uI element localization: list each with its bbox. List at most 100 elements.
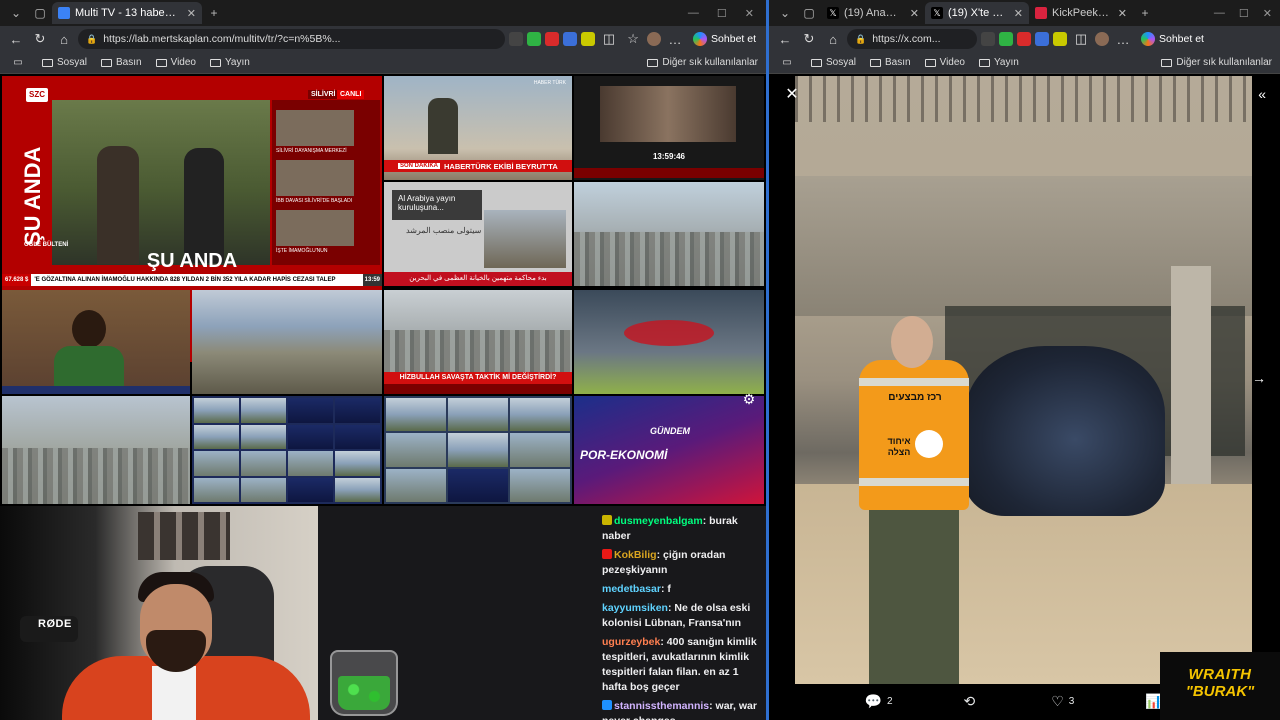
close-tab-icon[interactable]: ✕ (910, 7, 919, 20)
channel-son-dakika[interactable]: HİZBULLAH SAVAŞTA TAKTİK Mİ DEĞİŞTİRDİ? (384, 290, 572, 394)
bookmarks-menu-icon[interactable]: ▭ (8, 53, 28, 73)
close-window-icon[interactable]: ✕ (745, 7, 754, 20)
camera-tile (335, 451, 380, 476)
chat-username[interactable]: medetbasar (602, 583, 661, 595)
tab-x-post[interactable]: 𝕏 (19) X'te Eren: "Bu ✕ (925, 2, 1029, 24)
folder-icon (870, 58, 882, 67)
bookmark-folder-video[interactable]: Video (155, 57, 196, 68)
new-tab-icon[interactable]: + (202, 2, 226, 24)
bookmark-folder-basin[interactable]: Basın (101, 57, 142, 68)
refresh-icon[interactable]: ↻ (30, 29, 50, 49)
tab-multitv[interactable]: Multi TV - 13 haber kanalını aynı a ✕ (52, 2, 202, 24)
like-button[interactable]: ♡ 3 (1051, 693, 1074, 710)
chat-username[interactable]: dusmeyenbalgam (614, 515, 703, 527)
channel-haberturk[interactable]: HABER TÜRK SON DAKİKA HABERTÜRK EKİBİ BE… (384, 76, 572, 180)
live-badge: CANLI (337, 90, 365, 99)
channel-city-cam-2[interactable] (2, 396, 190, 504)
folder-icon (210, 58, 221, 67)
tab-kickpeek[interactable]: KickPeek - Kick.co ✕ (1029, 2, 1133, 24)
reflective-stripe (859, 478, 969, 486)
chat-username[interactable]: kayyumsiken (602, 602, 668, 614)
bookmark-folder-sosyal[interactable]: Sosyal (42, 57, 87, 68)
camera-tile (288, 424, 333, 449)
tab-x-home[interactable]: 𝕏 (19) Anasayfa / X ✕ (821, 2, 925, 24)
chat-username[interactable]: ugurzeybek (602, 636, 660, 648)
breaking-badge: SON DAKİKA (398, 163, 441, 169)
home-icon[interactable]: ⌂ (823, 29, 843, 49)
workspaces-icon[interactable]: ▢ (797, 2, 821, 24)
extension-yellow-icon[interactable] (581, 32, 596, 46)
reply-icon: 💬 (864, 692, 882, 709)
close-tab-icon[interactable]: ✕ (187, 7, 196, 20)
back-icon[interactable]: ← (6, 29, 26, 49)
extension-green-icon[interactable] (999, 32, 1013, 46)
extension-red-icon[interactable] (545, 32, 560, 46)
camera-tile (241, 398, 286, 423)
close-tab-icon[interactable]: ✕ (1118, 7, 1127, 20)
other-favorites[interactable]: Diğer sık kullanılanlar (1161, 57, 1272, 68)
bookmarks-menu-icon[interactable]: ▭ (777, 53, 797, 73)
channel-camera-grid-2[interactable] (384, 396, 572, 504)
damaged-car (965, 346, 1165, 516)
tab-actions-chevron-icon[interactable]: ⌄ (773, 2, 797, 24)
address-bar[interactable]: 🔒 https://lab.mertskaplan.com/multitv/tr… (78, 29, 506, 49)
back-icon[interactable]: ← (775, 29, 795, 49)
extension-blue-icon[interactable] (563, 32, 578, 46)
close-window-icon[interactable]: ✕ (1263, 7, 1272, 20)
channel-camera-grid-1[interactable] (192, 396, 382, 504)
close-media-icon[interactable]: ✕ (783, 86, 801, 104)
minimize-icon[interactable]: — (1214, 7, 1225, 20)
more-menu-icon[interactable]: … (665, 29, 685, 49)
bookmark-folder-video[interactable]: Video (924, 57, 965, 68)
bookmark-label: Basın (116, 57, 142, 68)
channel-studio[interactable] (574, 290, 764, 394)
channel-coast-cam[interactable] (192, 290, 382, 394)
channel-speaker[interactable] (2, 290, 190, 394)
collapse-sidebar-icon[interactable]: « (1258, 86, 1266, 102)
channel-gundem[interactable]: GÜNDEM POR-EKONOMİ (574, 396, 764, 504)
channel-alarabiya[interactable]: Al Arabiya yayın kuruluşuna... من سيتولى… (384, 182, 572, 286)
reply-button[interactable]: 💬 2 (865, 693, 893, 710)
extension-icon[interactable] (981, 32, 995, 46)
profile-avatar[interactable] (1095, 32, 1109, 46)
workspaces-icon[interactable]: ▢ (28, 2, 52, 24)
split-screen-icon[interactable]: ◫ (599, 29, 619, 49)
channel-city-cam[interactable] (574, 182, 764, 286)
minimize-icon[interactable]: — (688, 7, 699, 20)
address-bar[interactable]: 🔒 https://x.com... (847, 29, 977, 49)
more-menu-icon[interactable]: … (1113, 29, 1133, 49)
bookmark-folder-basin[interactable]: Basın (870, 57, 911, 68)
copilot-chat-button[interactable]: Sohbet et (689, 32, 760, 46)
copilot-chat-button[interactable]: Sohbet et (1137, 32, 1208, 46)
other-favorites[interactable]: Diğer sık kullanılanlar (647, 57, 758, 68)
side-thumb-caption: SİLİVRİ DAYANIŞMA MERKEZİ (276, 148, 347, 154)
bookmark-folder-yayin[interactable]: Yayın (210, 57, 250, 68)
tweet-photo[interactable]: רכז מבצעים איחוד הצלה (795, 76, 1252, 684)
bookmark-folder-sosyal[interactable]: Sosyal (811, 57, 856, 68)
extension-icon[interactable] (509, 32, 524, 46)
chat-username[interactable]: stannissthemannis (614, 700, 709, 712)
settings-gear-icon[interactable]: ⚙ (740, 390, 758, 408)
user-badge-icon (602, 700, 612, 710)
extension-red-icon[interactable] (1017, 32, 1031, 46)
channel-tv3[interactable]: 13:59:46 (574, 76, 764, 180)
favorites-icon[interactable]: ☆ (623, 29, 643, 49)
balcony-railing (795, 76, 1252, 122)
retweet-button[interactable]: ⟲ (964, 693, 981, 710)
bookmark-label: Video (939, 57, 965, 68)
split-screen-icon[interactable]: ◫ (1071, 29, 1091, 49)
refresh-icon[interactable]: ↻ (799, 29, 819, 49)
profile-avatar[interactable] (647, 32, 662, 46)
chat-username[interactable]: KokBilig (614, 549, 657, 561)
extension-green-icon[interactable] (527, 32, 542, 46)
tab-actions-chevron-icon[interactable]: ⌄ (4, 2, 28, 24)
close-tab-icon[interactable]: ✕ (1014, 7, 1023, 20)
home-icon[interactable]: ⌂ (54, 29, 74, 49)
extension-blue-icon[interactable] (1035, 32, 1049, 46)
new-tab-icon[interactable]: + (1133, 2, 1157, 24)
next-image-icon[interactable]: → (1252, 370, 1266, 386)
extension-yellow-icon[interactable] (1053, 32, 1067, 46)
maximize-icon[interactable]: ☐ (1239, 7, 1249, 20)
bookmark-folder-yayin[interactable]: Yayın (979, 57, 1019, 68)
maximize-icon[interactable]: ☐ (717, 7, 727, 20)
